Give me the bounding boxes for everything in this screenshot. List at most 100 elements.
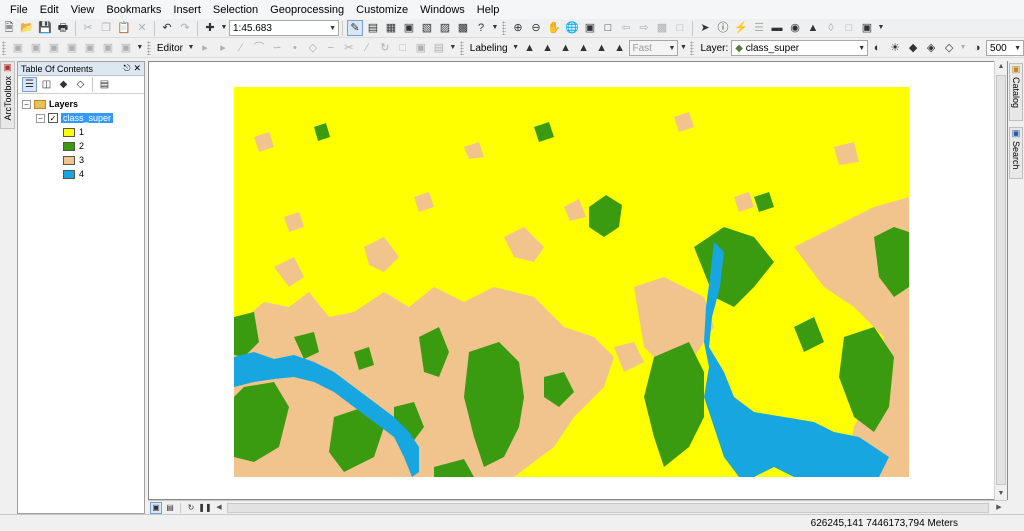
select-elements-arrow-icon[interactable]: ➤ <box>697 20 713 36</box>
transparency-icon[interactable]: ◆ <box>905 40 921 56</box>
fixed-zoom-in-icon[interactable]: ▣ <box>582 20 598 36</box>
layer-select[interactable]: ◆ class_super ▼ <box>731 40 869 56</box>
menu-customize[interactable]: Customize <box>350 0 414 20</box>
layout-view-icon[interactable]: ▤ <box>164 502 176 514</box>
trace-icon[interactable]: ∽ <box>269 40 285 56</box>
add-data-dropdown-icon[interactable]: ▼ <box>220 20 228 36</box>
brightness-icon[interactable]: ☀ <box>887 40 903 56</box>
arctoolbox-tab[interactable]: ▣ ArcToolbox <box>0 61 15 129</box>
pause-drawing-icon[interactable]: ❚❚ <box>198 502 211 514</box>
zoom-out-icon[interactable]: ⊖ <box>528 20 544 36</box>
toolbar-grip[interactable] <box>459 41 464 55</box>
contrast-icon[interactable]: ◐ <box>869 40 885 56</box>
cut-polygons-icon[interactable]: ✂ <box>341 40 357 56</box>
collapse-icon[interactable]: − <box>22 99 31 109</box>
label-priority-icon[interactable]: ▲ <box>540 40 556 56</box>
georef-tool-icon[interactable]: ▣ <box>46 40 62 56</box>
straight-segment-icon[interactable]: ∕ <box>233 40 249 56</box>
menu-selection[interactable]: Selection <box>207 0 264 20</box>
georef-tool-icon[interactable]: ▣ <box>100 40 116 56</box>
redo-icon[interactable]: ↷ <box>177 20 193 36</box>
map-vertical-scrollbar[interactable]: ▲ ▼ <box>994 61 1007 500</box>
create-features-icon[interactable]: ▤ <box>431 40 447 56</box>
new-document-icon[interactable]: 🗎 <box>1 20 17 36</box>
html-popup-icon[interactable]: ☰ <box>751 20 767 36</box>
sketch-properties-icon[interactable]: ▣ <box>413 40 429 56</box>
menu-windows[interactable]: Windows <box>414 0 471 20</box>
label-quality-combo[interactable]: Fast ▼ <box>628 40 679 56</box>
flicker-icon[interactable]: ◇ <box>941 40 957 56</box>
split-icon[interactable]: ∕ <box>359 40 375 56</box>
scrollbar-thumb[interactable] <box>227 503 989 513</box>
scrollbar-thumb[interactable] <box>996 75 1006 485</box>
list-by-visibility-icon[interactable]: ◆ <box>56 77 71 92</box>
forward-extent-icon[interactable]: ⇨ <box>636 20 652 36</box>
scroll-right-icon[interactable]: ▶ <box>993 502 1005 514</box>
layer-name[interactable]: class_super <box>61 113 114 123</box>
modelbuilder-icon[interactable]: ▩ <box>455 20 471 36</box>
back-extent-icon[interactable]: ⇦ <box>618 20 634 36</box>
data-view-icon[interactable]: ▣ <box>150 501 162 514</box>
list-by-selection-icon[interactable]: ◇ <box>73 77 88 92</box>
list-by-drawing-order-icon[interactable]: ☰ <box>22 77 37 92</box>
table-of-contents-icon[interactable]: ▤ <box>365 20 381 36</box>
delete-icon[interactable]: ✕ <box>134 20 150 36</box>
toolbar-grip[interactable] <box>502 21 506 35</box>
whats-this-icon[interactable]: ? <box>473 20 489 36</box>
toolbar-options-icon[interactable]: ▼ <box>449 40 457 56</box>
map-scale-combo[interactable]: 1:45.683 ▼ <box>229 20 339 36</box>
view-unplaced-labels-icon[interactable]: ▲ <box>612 40 628 56</box>
print-icon[interactable]: 🖶 <box>55 20 71 36</box>
edit-annotation-icon[interactable]: ▸ <box>215 40 231 56</box>
editor-toolbar-icon[interactable]: ✎ <box>347 20 363 36</box>
toolbar-grip[interactable] <box>690 41 695 55</box>
label-weights-icon[interactable]: ▲ <box>558 40 574 56</box>
python-window-icon[interactable]: ▨ <box>437 20 453 36</box>
menu-edit[interactable]: Edit <box>34 0 65 20</box>
toolbar-options-icon[interactable]: ▼ <box>959 40 967 56</box>
copy-icon[interactable]: ❐ <box>98 20 114 36</box>
toolbar-grip[interactable] <box>2 41 6 55</box>
flicker-rate-combo[interactable]: 500 ▼ <box>986 40 1024 56</box>
toc-options-icon[interactable]: ▤ <box>97 77 112 92</box>
toc-layer-row[interactable]: − ✓ class_super <box>22 111 144 125</box>
create-viewer-window-icon[interactable]: ▣ <box>859 20 875 36</box>
classified-raster-map[interactable] <box>234 87 909 477</box>
endpoint-arc-icon[interactable]: ⌒ <box>251 40 267 56</box>
georef-tool-icon[interactable]: ▣ <box>28 40 44 56</box>
scroll-left-icon[interactable]: ◀ <box>213 502 225 514</box>
catalog-tab[interactable]: ▣ Catalog <box>1009 63 1023 121</box>
menu-view[interactable]: View <box>65 0 101 20</box>
map-view[interactable] <box>148 61 1008 500</box>
georef-tool-icon[interactable]: ▣ <box>82 40 98 56</box>
swipe-icon[interactable]: ◈ <box>923 40 939 56</box>
map-horizontal-scrollbar[interactable]: ◀ ▶ <box>213 502 1005 514</box>
identify-icon[interactable]: ⓘ <box>715 20 731 36</box>
toolbar-options-icon[interactable]: ▼ <box>679 40 687 56</box>
menu-geoprocessing[interactable]: Geoprocessing <box>264 0 350 20</box>
menu-file[interactable]: File <box>4 0 34 20</box>
close-icon[interactable]: ✕ <box>133 63 141 74</box>
editor-dropdown-icon[interactable]: ▼ <box>187 40 195 56</box>
search-window-icon[interactable]: ▣ <box>401 20 417 36</box>
pin-icon[interactable]: ⎋ <box>123 63 130 74</box>
fixed-zoom-out-icon[interactable]: □ <box>600 20 616 36</box>
clear-selection-icon[interactable]: □ <box>672 20 688 36</box>
pause-labeling-icon[interactable]: ▲ <box>594 40 610 56</box>
save-icon[interactable]: 💾 <box>37 20 53 36</box>
open-folder-icon[interactable]: 📂 <box>19 20 35 36</box>
menu-insert[interactable]: Insert <box>167 0 207 20</box>
go-to-xy-icon[interactable]: ◊ <box>823 20 839 36</box>
labeling-dropdown-icon[interactable]: ▼ <box>512 40 520 56</box>
refresh-icon[interactable]: ↻ <box>185 502 197 514</box>
edit-tool-icon[interactable]: ▸ <box>197 40 213 56</box>
find-binoculars-icon[interactable]: ◉ <box>787 20 803 36</box>
menu-help[interactable]: Help <box>471 0 506 20</box>
select-features-icon[interactable]: ▩ <box>654 20 670 36</box>
scroll-up-icon[interactable]: ▲ <box>995 61 1007 73</box>
zoom-in-icon[interactable]: ⊕ <box>510 20 526 36</box>
edit-vertices-icon[interactable]: ◇ <box>305 40 321 56</box>
search-tab[interactable]: ▣ Search <box>1009 127 1023 179</box>
toolbar-options-icon[interactable]: ▼ <box>136 40 144 56</box>
cut-icon[interactable]: ✂ <box>80 20 96 36</box>
